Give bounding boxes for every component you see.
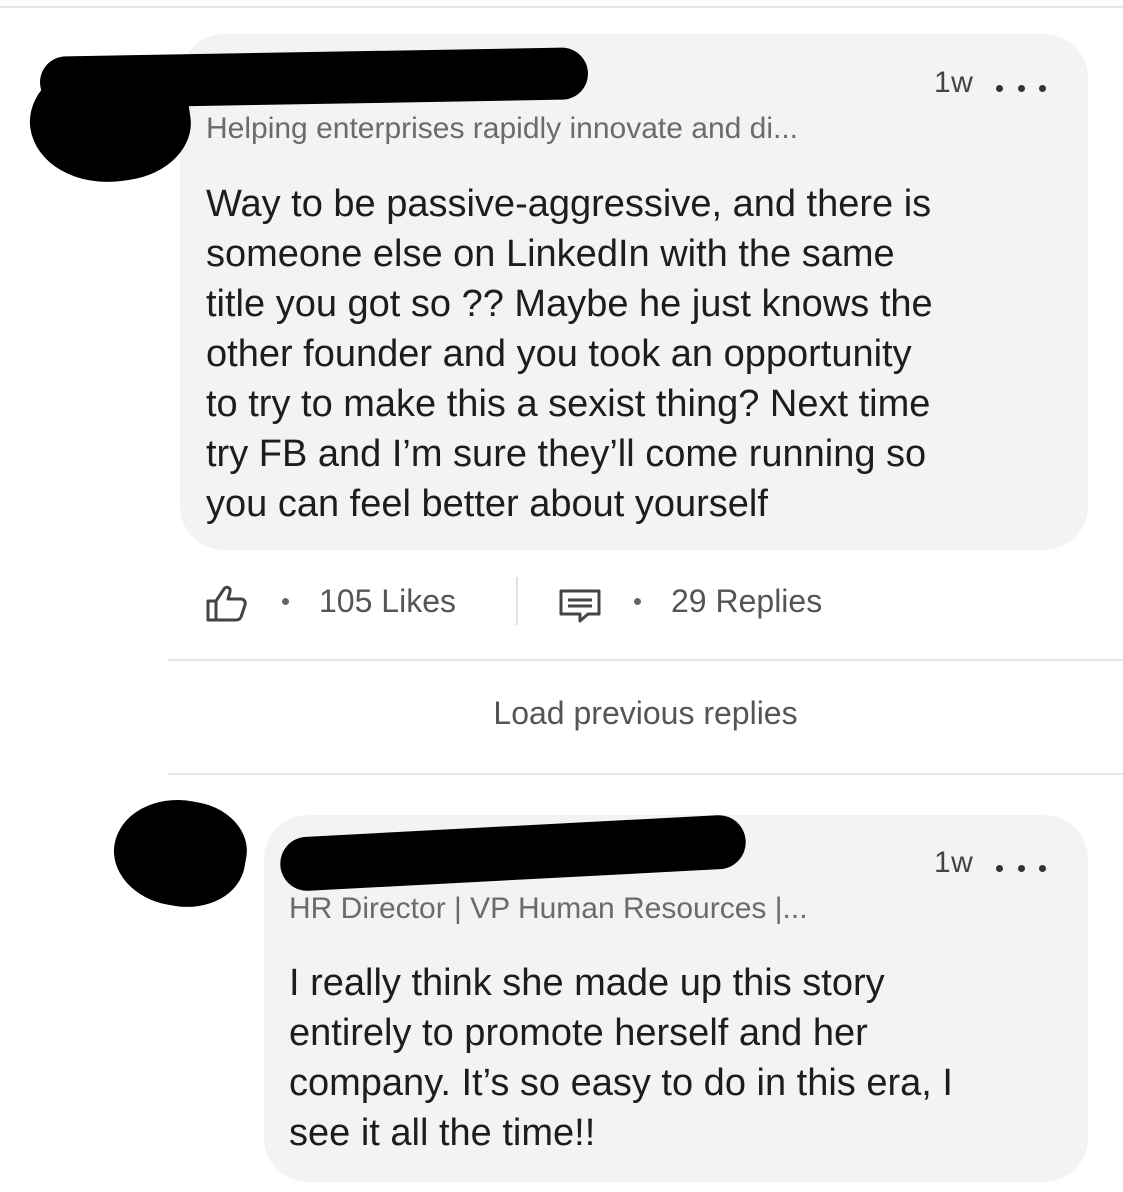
comment-text-line: you can feel better about yourself: [206, 483, 768, 525]
more-options-icon[interactable]: [996, 83, 1046, 93]
comment-text-line: Way to be passive-aggressive, and there …: [206, 183, 932, 225]
reply-text: I really think she made up this story en…: [289, 958, 953, 1158]
divider: [168, 659, 1123, 661]
comment-text-line: to try to make this a sexist thing? Next…: [206, 383, 931, 425]
comment-text-line: someone else on LinkedIn with the same: [206, 233, 895, 275]
comment-text-line: title you got so ?? Maybe he just knows …: [206, 283, 933, 325]
comment-text-line: other founder and you took an opportunit…: [206, 333, 912, 375]
action-separator: [516, 577, 518, 625]
separator-dot: [282, 598, 289, 605]
comment-icon[interactable]: [558, 588, 602, 624]
reply-text-line: entirely to promote herself and her: [289, 1012, 868, 1054]
comment-text-line: try FB and I’m sure they’ll come running…: [206, 433, 927, 475]
comment-author-headline: Helping enterprises rapidly innovate and…: [206, 112, 799, 145]
thumbs-up-icon[interactable]: [204, 583, 248, 623]
separator-dot: [634, 598, 641, 605]
comment-timestamp: 1w: [934, 66, 974, 99]
reply-author-headline: HR Director | VP Human Resources |...: [289, 892, 808, 925]
reply-text-line: I really think she made up this story: [289, 962, 885, 1004]
likes-count[interactable]: 105 Likes: [319, 583, 456, 620]
redacted-name: [39, 47, 589, 109]
load-previous-replies-link[interactable]: Load previous replies: [168, 695, 1123, 732]
reply-timestamp: 1w: [934, 846, 974, 879]
reply-text-line: company. It’s so easy to do in this era,…: [289, 1062, 953, 1104]
divider: [168, 773, 1123, 775]
more-options-icon[interactable]: [996, 863, 1046, 873]
top-divider: [0, 6, 1123, 8]
comment-text: Way to be passive-aggressive, and there …: [206, 179, 933, 529]
comment-actions: 105 Likes 29 Replies: [200, 575, 900, 627]
replies-count[interactable]: 29 Replies: [671, 583, 822, 620]
redacted-avatar: [105, 789, 255, 917]
reply-text-line: see it all the time!!: [289, 1112, 596, 1154]
